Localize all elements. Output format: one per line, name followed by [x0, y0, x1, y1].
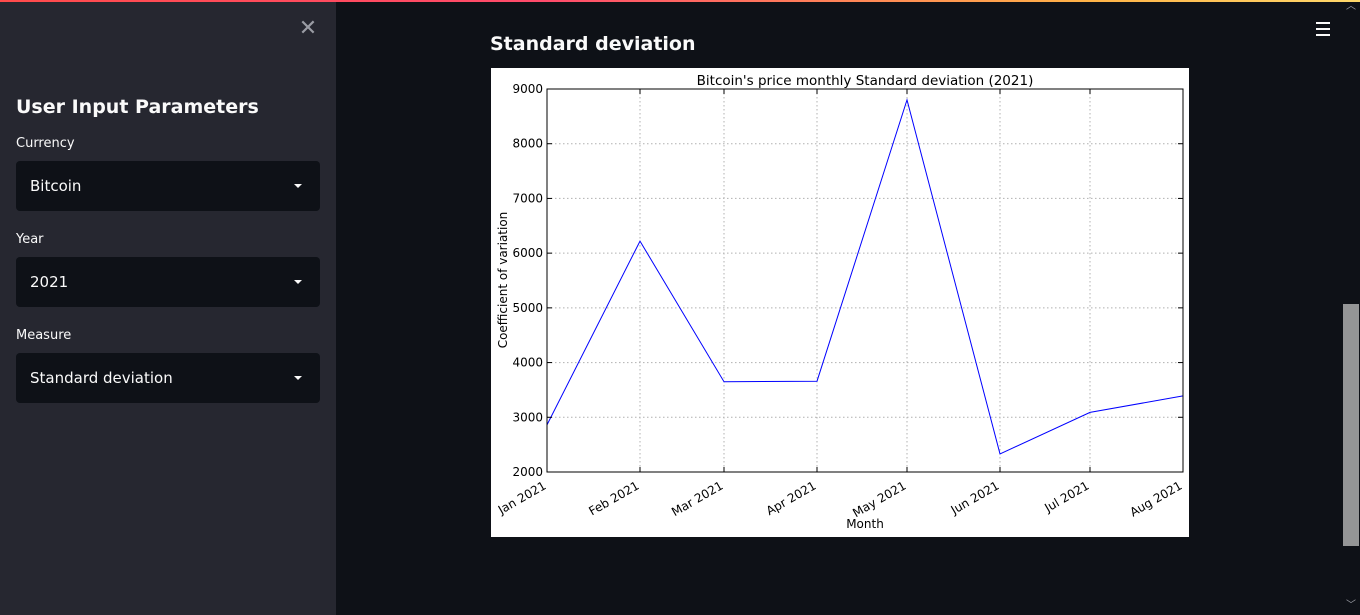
measure-select-value: Standard deviation: [30, 369, 173, 387]
sidebar: ✕ User Input Parameters Currency Bitcoin…: [0, 0, 336, 615]
y-axis: 2000 3000 4000 5000 6000 7000 8000 9000: [512, 82, 1183, 479]
x-axis: Jan 2021 Feb 2021 Mar 2021 Apr 2021 May 2021…: [495, 89, 1185, 520]
section-title: Standard deviation: [490, 33, 696, 55]
x-tick-label: Jun 2021: [948, 478, 1002, 517]
measure-label: Measure: [16, 328, 72, 343]
scroll-up-icon[interactable]: ︿: [1346, 2, 1356, 12]
series-line: [546, 98, 1184, 455]
y-tick-label: 9000: [512, 82, 543, 96]
chart-title: Bitcoin's price monthly Standard deviati…: [697, 73, 1034, 89]
main-content: Standard deviation Bitcoin's price month…: [336, 0, 1360, 615]
y-axis-label: Coefficient of variation: [496, 212, 510, 349]
measure-select[interactable]: Standard deviation: [16, 353, 320, 403]
scroll-down-icon[interactable]: ﹀: [1346, 601, 1356, 611]
chevron-down-icon: [294, 280, 302, 284]
y-tick-label: 5000: [512, 301, 543, 315]
y-tick-label: 8000: [512, 137, 543, 151]
currency-select[interactable]: Bitcoin: [16, 161, 320, 211]
currency-select-value: Bitcoin: [30, 177, 82, 195]
close-icon[interactable]: ✕: [297, 18, 319, 40]
y-tick-label: 7000: [512, 191, 543, 205]
plot-area-frame: [546, 88, 1184, 473]
chart-container: Bitcoin's price monthly Standard deviati…: [491, 68, 1189, 537]
chevron-down-icon: [294, 184, 302, 188]
y-tick-label: 2000: [512, 465, 543, 479]
scrollbar[interactable]: ︿ ﹀: [1342, 0, 1360, 615]
year-select-value: 2021: [30, 273, 69, 291]
top-accent-bar: [0, 0, 1360, 2]
hamburger-menu-icon[interactable]: [1314, 20, 1334, 38]
chart-series: [546, 98, 1184, 455]
sidebar-title: User Input Parameters: [16, 96, 259, 118]
x-tick-label: Jan 2021: [495, 478, 549, 517]
year-select[interactable]: 2021: [16, 257, 320, 307]
x-tick-label: Jul 2021: [1041, 478, 1091, 515]
x-tick-label: Aug 2021: [1127, 478, 1184, 519]
line-chart: Bitcoin's price monthly Standard deviati…: [495, 73, 1185, 531]
currency-label: Currency: [16, 136, 75, 151]
chevron-down-icon: [294, 376, 302, 380]
x-axis-label: Month: [846, 517, 884, 531]
chart-grid: [547, 89, 1183, 472]
y-tick-label: 4000: [512, 356, 543, 370]
y-tick-label: 6000: [512, 246, 543, 260]
year-label: Year: [16, 232, 44, 247]
y-tick-label: 3000: [512, 410, 543, 424]
scrollbar-thumb[interactable]: [1343, 304, 1359, 546]
x-tick-label: Apr 2021: [764, 478, 819, 518]
x-tick-label: May 2021: [850, 478, 908, 520]
x-tick-label: Mar 2021: [669, 478, 725, 519]
x-tick-label: Feb 2021: [586, 478, 641, 518]
